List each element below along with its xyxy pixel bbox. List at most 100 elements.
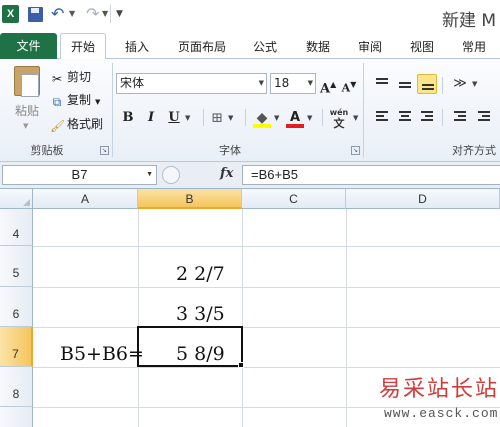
watermark-url: www.easck.com: [384, 406, 499, 421]
select-all-button[interactable]: [0, 189, 33, 209]
column-header-d[interactable]: D: [346, 189, 500, 209]
tab-page-layout[interactable]: 页面布局: [170, 36, 234, 59]
column-header-b[interactable]: B: [138, 189, 242, 209]
cell-b6[interactable]: 3 3/5: [176, 303, 225, 325]
toolbar-divider: [110, 5, 111, 23]
align-bottom-icon[interactable]: [417, 74, 437, 94]
align-right-icon[interactable]: [417, 107, 437, 127]
toolbar-divider: [245, 109, 246, 126]
excel-logo-icon[interactable]: X: [2, 5, 19, 23]
orientation-icon[interactable]: ≫: [450, 73, 470, 95]
insert-function-icon[interactable]: fx: [220, 166, 233, 181]
align-top-icon[interactable]: [372, 74, 392, 94]
formula-bar-expand-icon[interactable]: [162, 166, 180, 184]
group-divider: [112, 63, 113, 157]
name-box-dropdown-icon[interactable]: ▼: [146, 166, 153, 184]
cut-label: 剪切: [67, 70, 92, 84]
copy-label: 复制: [67, 93, 92, 107]
brush-icon: 🖌: [50, 119, 66, 133]
font-color-swatch: [286, 124, 304, 128]
ribbon: 粘贴 ▼ ✂ 剪切 ⧉ 复制 ▼ 🖌 格式刷 剪贴板 ↘ 宋体 ▼ 18 ▼ A▲ A▼…: [0, 59, 500, 162]
row-header-6[interactable]: 6: [0, 287, 33, 327]
row-header-7[interactable]: 7: [0, 327, 33, 367]
decrease-indent-icon[interactable]: [450, 107, 470, 127]
increase-indent-icon[interactable]: [474, 107, 494, 127]
align-center-icon[interactable]: [395, 107, 415, 127]
formula-bar: B7 ▼ fx =B6+B5: [0, 162, 500, 188]
italic-button[interactable]: I: [143, 107, 159, 129]
copy-button[interactable]: ⧉ 复制 ▼: [50, 90, 101, 110]
grow-font-icon: A: [320, 81, 331, 97]
orientation-dropdown-icon[interactable]: ▼: [472, 73, 477, 95]
column-header-c[interactable]: C: [242, 189, 346, 209]
fill-color-icon[interactable]: ◆: [252, 107, 272, 129]
tab-review[interactable]: 审阅: [348, 36, 392, 59]
fill-color-dropdown-icon[interactable]: ▼: [274, 107, 279, 129]
title-bar: X ↶ ▼ ↷ ▼ ▼ 新建 M: [0, 0, 500, 31]
tab-file[interactable]: 文件: [0, 33, 57, 59]
tab-custom[interactable]: 常用: [452, 36, 496, 59]
paste-sheet-icon: [21, 74, 39, 97]
font-launcher-icon[interactable]: ↘: [351, 146, 360, 155]
row-header-5[interactable]: 5: [0, 246, 33, 287]
font-color-dropdown-icon[interactable]: ▼: [307, 107, 312, 129]
save-icon[interactable]: [28, 7, 43, 22]
cell-a7[interactable]: B5+B6=: [60, 343, 144, 365]
undo-icon[interactable]: ↶: [51, 5, 64, 23]
gridline: [33, 367, 500, 368]
borders-dropdown-icon[interactable]: ▼: [228, 107, 233, 129]
fill-handle[interactable]: [238, 362, 244, 368]
font-size-dropdown-icon[interactable]: ▼: [308, 74, 313, 93]
align-left-icon[interactable]: [372, 107, 392, 127]
toolbar-divider: [442, 109, 443, 126]
underline-button[interactable]: U: [166, 107, 182, 129]
tab-home[interactable]: 开始: [60, 33, 106, 60]
row-header-4[interactable]: 4: [0, 209, 33, 246]
font-group-label: 字体: [219, 144, 241, 157]
tab-formulas[interactable]: 公式: [243, 36, 287, 59]
scissors-icon: ✂: [51, 72, 63, 86]
font-color-button[interactable]: A: [286, 107, 304, 129]
format-painter-label: 格式刷: [67, 117, 104, 131]
row-header-9[interactable]: [0, 407, 33, 427]
column-header-a[interactable]: A: [33, 189, 138, 209]
clipboard-launcher-icon[interactable]: ↘: [100, 146, 109, 155]
toolbar-divider: [442, 77, 443, 94]
grow-font-button[interactable]: A▲: [320, 73, 336, 97]
copy-icon: ⧉: [52, 95, 62, 109]
cell-b5[interactable]: 2 2/7: [176, 263, 225, 285]
font-name-combo[interactable]: 宋体 ▼: [116, 73, 267, 94]
underline-dropdown-icon[interactable]: ▼: [185, 107, 190, 129]
paste-button[interactable]: 粘贴 ▼: [7, 64, 47, 136]
redo-icon[interactable]: ↷: [86, 5, 99, 23]
font-name-value: 宋体: [120, 76, 145, 90]
bold-button[interactable]: B: [120, 107, 136, 129]
name-box-value: B7: [71, 167, 88, 182]
phonetic-guide-button[interactable]: wén 文: [327, 107, 351, 129]
formula-input[interactable]: =B6+B5: [242, 165, 500, 185]
name-box[interactable]: B7 ▼: [2, 165, 157, 185]
font-size-value: 18: [274, 76, 290, 90]
format-painter-button[interactable]: 🖌 格式刷: [50, 114, 103, 134]
redo-dropdown-icon[interactable]: ▼: [102, 5, 108, 23]
copy-dropdown-icon[interactable]: ▼: [95, 98, 100, 106]
row-header-8[interactable]: 8: [0, 367, 33, 407]
paste-label: 粘贴: [14, 104, 39, 118]
font-name-dropdown-icon[interactable]: ▼: [259, 74, 264, 93]
font-size-combo[interactable]: 18 ▼: [270, 73, 316, 94]
font-color-icon: A: [289, 110, 301, 125]
paste-dropdown-icon[interactable]: ▼: [23, 122, 28, 130]
tab-data[interactable]: 数据: [296, 36, 340, 59]
shrink-font-icon: A: [341, 81, 351, 95]
phonetic-dropdown-icon[interactable]: ▼: [353, 107, 358, 129]
shrink-font-button[interactable]: A▼: [341, 73, 357, 95]
tab-view[interactable]: 视图: [400, 36, 444, 59]
align-middle-icon[interactable]: [395, 74, 415, 94]
window-title: 新建 M: [442, 11, 497, 31]
borders-icon[interactable]: ⊞: [209, 107, 225, 129]
tab-insert[interactable]: 插入: [113, 36, 161, 59]
customize-toolbar-icon[interactable]: ▼: [116, 5, 123, 23]
undo-dropdown-icon[interactable]: ▼: [69, 5, 75, 23]
cut-button[interactable]: ✂ 剪切: [50, 67, 91, 87]
alignment-group-label: 对齐方式: [452, 144, 496, 157]
